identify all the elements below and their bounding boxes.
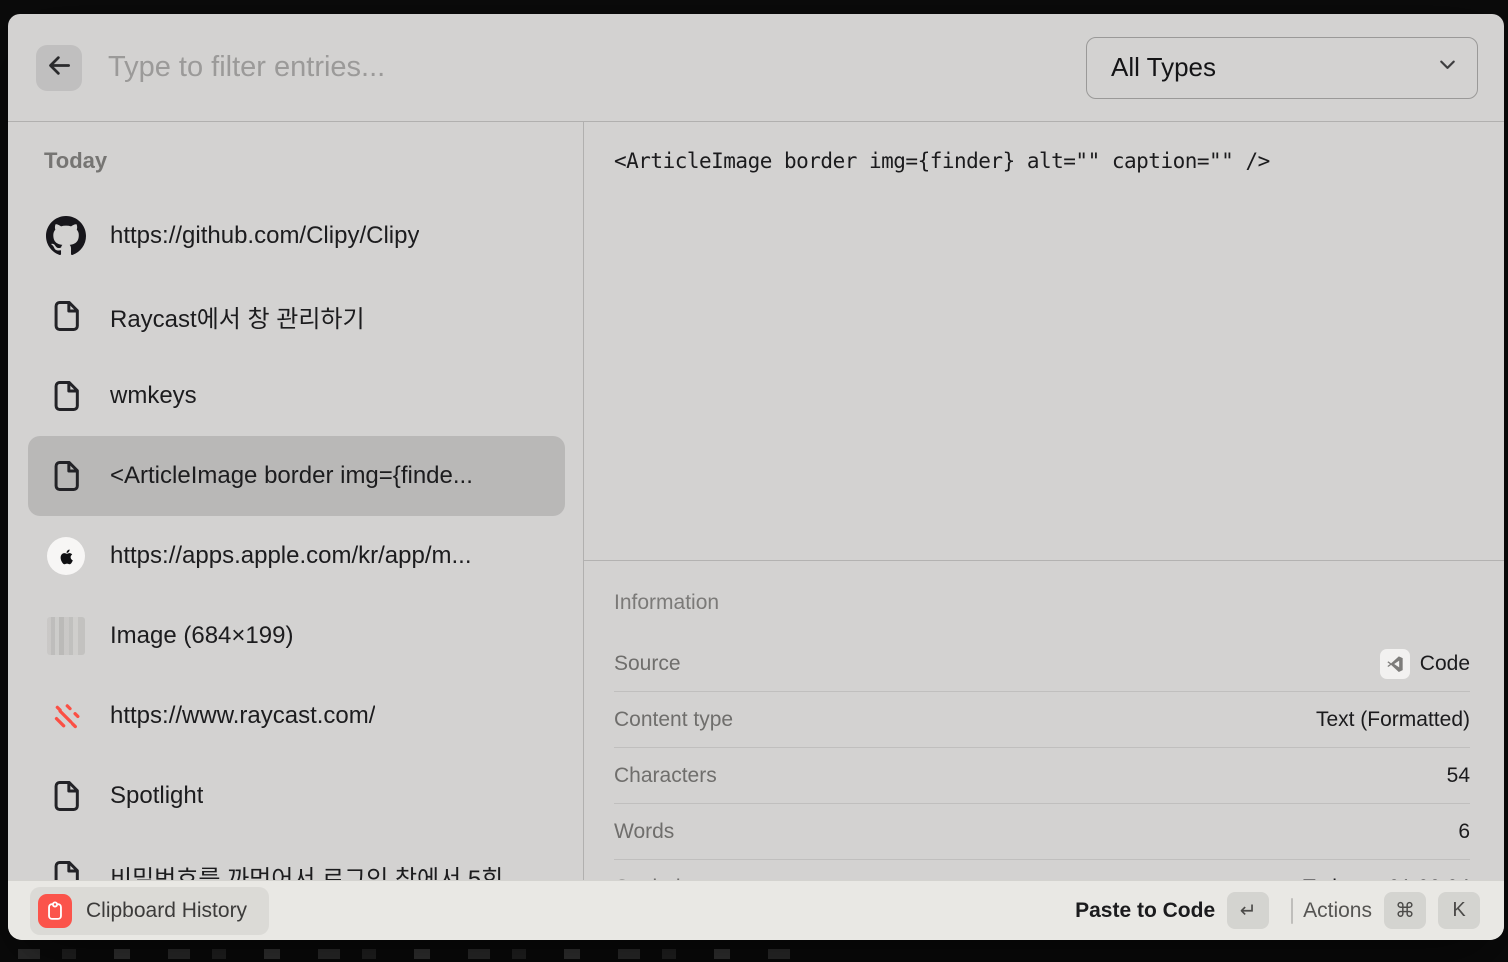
info-row: Words 6 (614, 804, 1470, 860)
apple-icon (46, 536, 86, 576)
list-item-label: Raycast에서 창 관리하기 (110, 299, 365, 334)
section-label: Today (44, 148, 107, 174)
list-item-label: https://apps.apple.com/kr/app/m... (110, 542, 472, 570)
info-row: Characters 54 (614, 748, 1470, 804)
list-item-label: https://github.com/Clipy/Clipy (110, 222, 419, 250)
info-row-value: 54 (1447, 764, 1470, 788)
list-item[interactable]: https://www.raycast.com/ (28, 676, 565, 756)
actions-button[interactable]: Actions (1303, 899, 1372, 923)
clipboard-history-icon (38, 894, 72, 928)
list-item[interactable]: Spotlight (28, 756, 565, 836)
action-bar: Clipboard History Paste to Code ↵ Action… (8, 880, 1504, 940)
actions-shortcut-keys: ⌘K (1372, 892, 1480, 929)
file-icon (46, 376, 86, 416)
clipboard-content-preview: <ArticleImage border img={finder} alt=""… (584, 122, 1504, 200)
back-arrow-icon (46, 52, 73, 84)
info-row-value: Text (Formatted) (1316, 708, 1470, 732)
info-row-value-text: Text (Formatted) (1316, 708, 1470, 732)
list-item-label: <ArticleImage border img={finde... (110, 462, 473, 490)
back-button[interactable] (36, 45, 82, 91)
info-row-label: Characters (614, 764, 717, 788)
list-item-label: 비밀번호를 까먹어서 로그인 창에서 5회... (110, 859, 523, 881)
file-icon (46, 856, 86, 880)
raycast-clipboard-window: All Types Today https://github.com/Clipy… (8, 14, 1504, 940)
type-filter-dropdown[interactable]: All Types (1086, 37, 1478, 99)
list-item[interactable]: https://apps.apple.com/kr/app/m... (28, 516, 565, 596)
content-area: Today https://github.com/Clipy/Clipy Ray… (8, 122, 1504, 880)
detail-pane: <ArticleImage border img={finder} alt=""… (584, 122, 1504, 880)
clipboard-list-pane: Today https://github.com/Clipy/Clipy Ray… (8, 122, 583, 880)
list-item[interactable]: Raycast에서 창 관리하기 (28, 276, 565, 356)
info-row: Copied Today at 01:00:04 (614, 860, 1470, 880)
list-item[interactable]: Image (684×199) (28, 596, 565, 676)
info-row-value-text: 6 (1458, 820, 1470, 844)
info-row-label: Content type (614, 708, 733, 732)
app-name-label: Clipboard History (86, 899, 247, 923)
file-icon (46, 776, 86, 816)
footer-divider (1291, 898, 1293, 924)
vscode-icon (1380, 649, 1410, 679)
information-title: Information (614, 561, 1470, 636)
info-row-value-text: 54 (1447, 764, 1470, 788)
paste-to-code-button[interactable]: Paste to Code (1075, 899, 1215, 923)
info-row-label: Words (614, 820, 674, 844)
github-icon (46, 216, 86, 256)
list-item[interactable]: <ArticleImage border img={finde... (28, 436, 565, 516)
header: All Types (8, 14, 1504, 122)
info-row-label: Source (614, 652, 681, 676)
info-row-value: Code (1380, 649, 1470, 679)
information-section: Information Source Code Content type Tex… (584, 560, 1504, 880)
file-icon (46, 296, 86, 336)
list-item-label: wmkeys (110, 382, 197, 410)
raycast-icon (46, 696, 86, 736)
background-app-strip (18, 949, 798, 959)
search-input[interactable] (108, 51, 1086, 84)
command-key-badge: ⌘ (1384, 892, 1426, 929)
information-rows: Source Code Content type Text (Formatted… (614, 636, 1470, 880)
type-filter-value: All Types (1111, 52, 1216, 83)
file-icon (46, 456, 86, 496)
return-key-badge: ↵ (1227, 892, 1269, 929)
list-item[interactable]: wmkeys (28, 356, 565, 436)
chevron-down-icon (1436, 52, 1459, 83)
list-item-label: Image (684×199) (110, 622, 293, 650)
info-row: Source Code (614, 636, 1470, 692)
list-item[interactable]: https://github.com/Clipy/Clipy (28, 196, 565, 276)
list-item[interactable]: 비밀번호를 까먹어서 로그인 창에서 5회... (28, 836, 565, 880)
info-row: Content type Text (Formatted) (614, 692, 1470, 748)
desktop-background: All Types Today https://github.com/Clipy… (0, 0, 1508, 962)
info-row-value: 6 (1458, 820, 1470, 844)
list-item-label: Spotlight (110, 782, 203, 810)
image-thumbnail-icon (46, 616, 86, 656)
list-item-label: https://www.raycast.com/ (110, 702, 375, 730)
footer-actions: Paste to Code ↵ Actions ⌘K (1075, 892, 1480, 929)
app-chip: Clipboard History (30, 887, 269, 935)
info-row-value-text: Code (1420, 652, 1470, 676)
clipboard-list: https://github.com/Clipy/Clipy Raycast에서… (8, 196, 583, 880)
k-key-badge: K (1438, 892, 1480, 929)
